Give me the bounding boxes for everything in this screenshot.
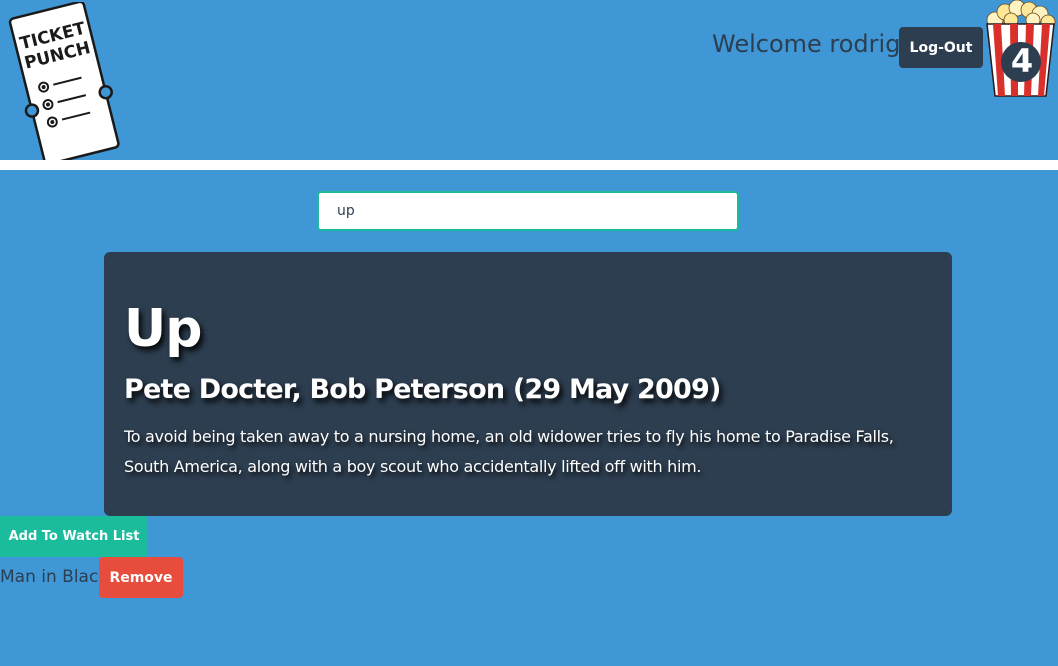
header-divider <box>0 160 1058 170</box>
logout-button[interactable]: Log-Out <box>899 27 983 68</box>
movie-title: Up <box>124 299 202 359</box>
watch-list-item-title: Man in Black <box>0 567 109 587</box>
search-input[interactable] <box>317 191 739 231</box>
ticket-punch-logo[interactable]: TICKET PUNCH <box>8 2 120 162</box>
watchlist-count-badge: 4 <box>1010 42 1034 80</box>
movie-director-date: Pete Docter, Bob Peterson (29 May 2009) <box>124 374 721 405</box>
header: TICKET PUNCH Welcome rodrigo Log-Out 4 <box>0 0 1058 162</box>
add-to-watch-list-button[interactable]: Add To Watch List <box>0 516 148 557</box>
remove-button[interactable]: Remove <box>99 557 183 598</box>
movie-card: Up Pete Docter, Bob Peterson (29 May 200… <box>104 252 952 516</box>
welcome-message: Welcome rodrigo <box>712 30 916 58</box>
movie-plot: To avoid being taken away to a nursing h… <box>124 427 894 476</box>
